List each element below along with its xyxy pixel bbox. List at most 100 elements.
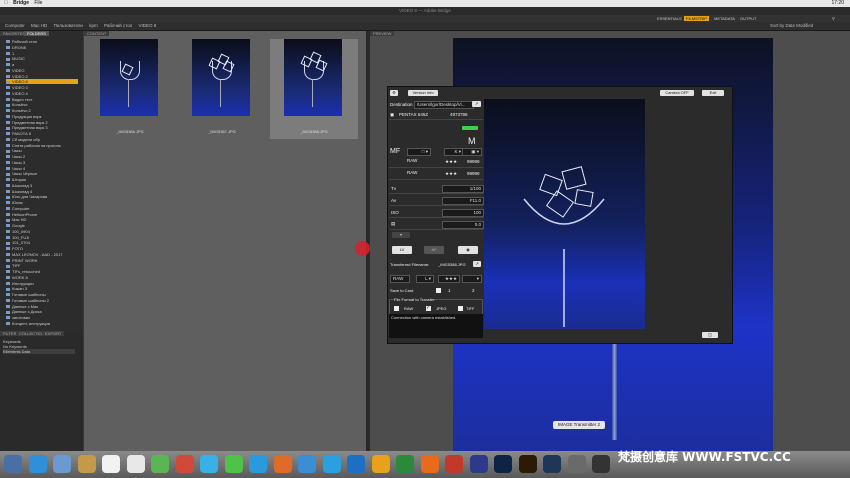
folder-item[interactable]: Предметная ворк 3 — [6, 125, 78, 130]
finder-icon[interactable] — [4, 455, 22, 473]
shutter-camera-icon[interactable]: ◉ — [458, 246, 478, 254]
folder-item[interactable]: VIDEO 3 — [6, 85, 78, 90]
lv-button[interactable]: LV — [392, 246, 412, 254]
breadcrumb-item[interactable]: Computer — [5, 23, 25, 28]
tiff-checkbox[interactable] — [458, 306, 463, 311]
facetime-icon[interactable] — [224, 455, 243, 473]
folder-item[interactable]: Данные с Мас — [6, 304, 78, 309]
folder-item[interactable]: WORK 8 — [6, 275, 78, 280]
appstore-icon[interactable] — [249, 455, 267, 473]
search-icon[interactable]: ⚲ — [830, 16, 837, 21]
open-file-icon[interactable]: ↗ — [473, 261, 481, 267]
workspace-metadata[interactable]: METADATA — [712, 16, 737, 21]
ev-select[interactable]: 0.0 — [442, 221, 484, 229]
folder-item[interactable]: Google — [6, 223, 78, 228]
metering-select[interactable]: ▣ ▾ — [462, 148, 482, 156]
folder-item[interactable]: DRONE — [6, 45, 78, 50]
folder-item[interactable]: VIDEO 2 — [6, 74, 78, 79]
vlc-icon[interactable] — [322, 455, 341, 473]
illustrator-icon[interactable] — [371, 455, 390, 473]
jpeg-quality-select[interactable]: ★★★ — [438, 275, 460, 283]
textedit-icon[interactable] — [126, 455, 145, 473]
messages-icon[interactable] — [200, 455, 218, 473]
camera-icon[interactable] — [543, 455, 561, 473]
workspace-filmstrip[interactable]: FILMSTRIP — [684, 16, 709, 21]
folder-item[interactable]: Mac HD — [6, 217, 78, 222]
folder-item[interactable]: 101_0704 — [6, 240, 78, 245]
folder-item[interactable]: Сб модели обр — [6, 137, 78, 142]
breadcrumb-item[interactable]: Mac HD — [31, 23, 47, 28]
folder-item[interactable]: Готовые шаблоны 2 — [6, 298, 78, 303]
photoshop2-icon[interactable] — [469, 455, 488, 473]
powerpoint-icon[interactable] — [396, 455, 414, 473]
folder-item[interactable]: Часы — [6, 148, 78, 153]
folder-item[interactable]: Данные с Диска — [6, 309, 78, 314]
folder-item[interactable]: Computer — [6, 206, 78, 211]
folder-item[interactable]: FOTO — [6, 246, 78, 251]
folder-item[interactable]: Шоколад 3 — [6, 183, 78, 188]
folder-item[interactable]: Часы Чёрные — [6, 171, 78, 176]
tv-select[interactable]: 1/100 — [442, 185, 484, 193]
thumbnail-image[interactable] — [100, 39, 158, 116]
jpeg-checkbox-checked[interactable]: ✓ — [426, 306, 431, 311]
folder-item[interactable]: Часы 3 — [6, 160, 78, 165]
save-card-checkbox[interactable] — [436, 288, 441, 293]
transmitter-icon[interactable] — [518, 455, 537, 473]
folder-item[interactable]: Шоколад 4 — [6, 189, 78, 194]
fullscreen-icon[interactable]: ◫ — [702, 332, 718, 338]
camera-off-button[interactable]: Camera OFF — [660, 90, 694, 96]
folder-item[interactable]: a — [6, 62, 78, 67]
av-select[interactable]: F11.0 — [442, 197, 484, 205]
wb-select[interactable]: K ▾ — [444, 148, 464, 156]
raw-checkbox[interactable] — [394, 306, 399, 311]
folder-item[interactable]: Шторки — [6, 177, 78, 182]
breadcrumb-item[interactable]: kpm — [89, 23, 98, 28]
folder-item[interactable]: Видео тест — [6, 97, 78, 102]
folder-item[interactable]: Рабочий стол — [6, 39, 78, 44]
folder-item[interactable]: VIDEO 4 — [6, 91, 78, 96]
workspace-output[interactable]: OUTPUT — [738, 16, 758, 21]
thumbnail-image[interactable] — [284, 39, 342, 116]
tab-preview[interactable]: PREVIEW — [370, 31, 395, 36]
export-icon[interactable]: ↗ — [472, 101, 481, 107]
folder-item[interactable]: MAX LEONOV - AAD - 2017 — [6, 252, 78, 257]
folder-item[interactable]: MUSIC — [6, 56, 78, 61]
breadcrumb-item[interactable]: Рабочий стол — [104, 23, 132, 28]
breadcrumb-item[interactable]: VIDEO 8 — [139, 23, 157, 28]
thumbnail-cell[interactable]: _IMG5387.JPG — [178, 39, 266, 139]
version-info-button[interactable]: Version Info — [408, 90, 438, 96]
folder-item[interactable]: Предметная ворк 2 — [6, 120, 78, 125]
size-select[interactable]: L ▾ — [416, 275, 434, 283]
thumbnail-image[interactable] — [192, 39, 250, 116]
tab-folders[interactable]: FOLDERS — [24, 31, 49, 36]
expand-toggle[interactable]: ▾ — [392, 232, 410, 238]
folder-item[interactable]: 100_0904 — [6, 229, 78, 234]
settings-gear-button[interactable]: ⚙ — [390, 90, 398, 96]
iso-select[interactable]: 100 — [442, 209, 484, 217]
folder-item[interactable]: TIFs_retouched — [6, 269, 78, 274]
photos-icon[interactable] — [151, 455, 169, 473]
folder-item[interactable]: VIDEO 8 — [6, 79, 78, 85]
thumbnail-cell-selected[interactable]: _IMG5388.JPG — [270, 39, 358, 139]
af-button[interactable]: AF — [424, 246, 444, 254]
safari-icon[interactable] — [28, 455, 47, 473]
folder-item[interactable]: Кольёчи — [6, 102, 78, 107]
folder-item[interactable]: 1 — [6, 51, 78, 56]
folder-item[interactable]: Кольёчи 2 — [6, 108, 78, 113]
extra-select[interactable]: ▾ — [462, 275, 482, 283]
calendar-icon[interactable] — [102, 455, 120, 473]
folder-item[interactable]: Часы 2 — [6, 154, 78, 159]
breadcrumb-item[interactable]: Пользователи — [54, 23, 83, 28]
menu-item-file[interactable]: File — [34, 0, 42, 6]
focus-mode[interactable]: MF — [390, 148, 400, 155]
chrome-icon[interactable] — [175, 455, 194, 473]
folder-item[interactable]: Концепт, инструкции — [6, 321, 78, 326]
folder-item[interactable]: Готовые шаблоны — [6, 292, 78, 297]
keyword-row[interactable]: Ellements Data — [3, 349, 75, 354]
folder-item[interactable]: Продукция ворк — [6, 114, 78, 119]
folder-item[interactable]: заготовки — [6, 315, 78, 320]
excel-icon[interactable] — [347, 455, 365, 473]
acrobat-icon[interactable] — [420, 455, 439, 473]
menu-app-name[interactable]: Bridge — [13, 0, 29, 6]
clock-icon[interactable] — [567, 455, 586, 473]
